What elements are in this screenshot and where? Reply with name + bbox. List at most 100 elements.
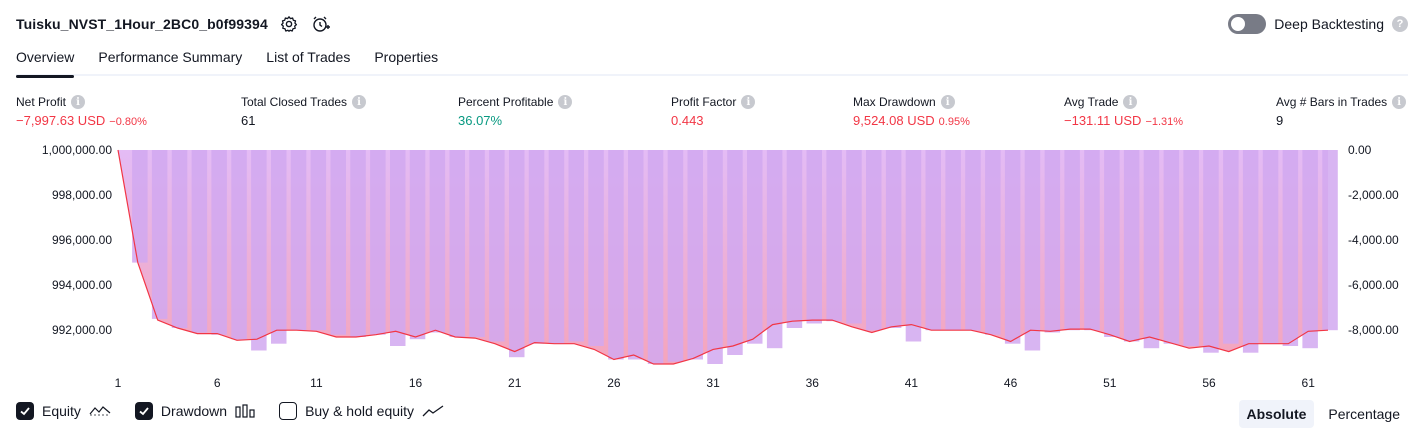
left-axis-tick-label: 996,000.00 [52,233,112,247]
strategy-name: Tuisku_NVST_1Hour_2BC0_b0f99394 [16,16,268,32]
drawdown-bar [747,150,763,344]
drawdown-bar [548,150,565,344]
x-axis-tick-label: 56 [1202,376,1216,390]
info-icon[interactable]: i [558,95,573,109]
metric-percent-profitable: Percent Profitable i 36.07% [458,93,573,128]
left-axis-tick-label: 998,000.00 [52,188,112,202]
drawdown-bar [707,150,723,364]
drawdown-bar [1064,150,1080,331]
metric-label: Avg # Bars in Trades [1276,95,1388,109]
info-icon[interactable]: i [1123,95,1138,109]
drawdown-bar [1262,150,1279,344]
info-icon[interactable]: i [71,95,86,109]
drawdown-bar [191,150,208,333]
drawdown-bar [846,150,862,324]
metric-value: −7,997.63 USD [16,113,106,128]
tab-performance-summary[interactable]: Performance Summary [98,46,242,76]
drawdown-bar [766,150,783,349]
drawdown-bar [1223,150,1239,344]
right-axis-tick-label: -8,000.00 [1348,323,1399,337]
drawdown-bar [370,150,386,335]
left-axis-tick-label: 994,000.00 [52,278,112,292]
drawdown-bar [1282,150,1299,346]
add-alert-clock-icon[interactable] [310,13,332,35]
x-axis-tick-label: 61 [1302,376,1316,390]
drawdown-bar [171,150,188,328]
info-icon[interactable]: i [940,95,955,109]
drawdown-bar [1024,150,1041,351]
drawdown-bar [667,150,684,362]
equity-drawdown-chart[interactable]: 1,000,000.00 998,000.00 996,000.00 994,000.… [0,138,1424,396]
drawdown-checkbox[interactable] [134,402,153,420]
equity-label: Equity [42,403,81,419]
drawdown-bar [271,150,287,344]
right-axis-tick-label: -6,000.00 [1348,278,1399,292]
absolute-button[interactable]: Absolute [1238,400,1315,428]
equity-checkbox[interactable] [16,402,34,420]
drawdown-bar [1322,150,1338,331]
settings-gear-icon[interactable] [278,13,300,35]
metric-label: Max Drawdown [853,95,936,109]
drawdown-bar [885,150,902,328]
deep-backtesting-toggle[interactable] [1228,14,1267,34]
deep-backtesting-control: Deep Backtesting ? [1228,14,1408,34]
metric-profit-factor: Profit Factor i 0.443 [671,93,756,128]
x-axis-tick-label: 11 [310,376,323,390]
drawdown-bar [965,150,981,331]
drawdown-bar [211,150,227,335]
drawdown-bar [290,150,307,331]
x-axis-tick-label: 46 [1004,376,1018,390]
drawdown-bar [489,150,505,342]
metric-percent: −1.31% [1145,116,1184,128]
drawdown-bar [866,150,882,331]
drawdown-bar [1084,150,1100,331]
drawdown-bars-icon [235,404,255,418]
drawdown-bar [628,150,644,360]
x-axis-tick-label: 51 [1103,376,1117,390]
x-axis-tick-label: 16 [409,376,423,390]
metric-percent: 0.95% [938,116,970,128]
metric-label: Percent Profitable [458,95,554,109]
deep-backtesting-label: Deep Backtesting [1274,16,1384,32]
x-axis-tick-label: 31 [706,376,720,390]
metric-value: −131.11 USD [1064,113,1142,128]
tab-properties[interactable]: Properties [374,46,438,76]
drawdown-bar [390,150,406,346]
drawdown-bar [568,150,584,342]
percentage-button[interactable]: Percentage [1320,400,1408,428]
left-axis-tick-label: 992,000.00 [52,323,112,337]
x-axis-tick-label: 41 [905,376,919,390]
drawdown-bar [1203,150,1219,353]
drawdown-bar [1143,150,1160,349]
buy-hold-checkbox[interactable] [279,402,298,420]
metric-value: 0.443 [671,113,704,128]
drawdown-bar [330,150,346,335]
drawdown-bar [588,150,604,346]
info-icon[interactable]: i [741,95,756,109]
drawdown-bar [1163,150,1180,344]
equity-line-icon [89,404,111,418]
legend-equity[interactable]: Equity [16,402,111,420]
tab-overview[interactable]: Overview [16,46,75,78]
x-axis-tick-label: 1 [115,376,122,390]
drawdown-bar [687,150,703,360]
chart-legend: Equity Drawdown Buy & hold equity [16,402,468,420]
drawdown-bar [826,150,842,322]
legend-buy-hold[interactable]: Buy & hold equity [279,402,444,420]
drawdown-bar [1104,150,1120,337]
metric-percent: −0.80% [109,116,147,128]
metric-value: 9 [1276,113,1284,128]
drawdown-bar [945,150,961,331]
drawdown-bar [528,150,545,344]
report-tabs: Overview Performance Summary List of Tra… [16,46,1408,78]
legend-drawdown[interactable]: Drawdown [134,402,255,420]
metric-label: Avg Trade [1064,95,1119,109]
help-icon[interactable]: ? [1392,16,1408,32]
buy-hold-line-icon [422,404,444,418]
right-axis-tick-label: 0.00 [1348,143,1372,157]
info-icon[interactable]: i [352,95,367,109]
tab-list-of-trades[interactable]: List of Trades [266,46,350,76]
metric-value: 61 [241,113,256,128]
info-icon[interactable]: i [1392,95,1407,109]
metric-avg-trade: Avg Trade i −131.11 USD −1.31% [1064,93,1183,128]
